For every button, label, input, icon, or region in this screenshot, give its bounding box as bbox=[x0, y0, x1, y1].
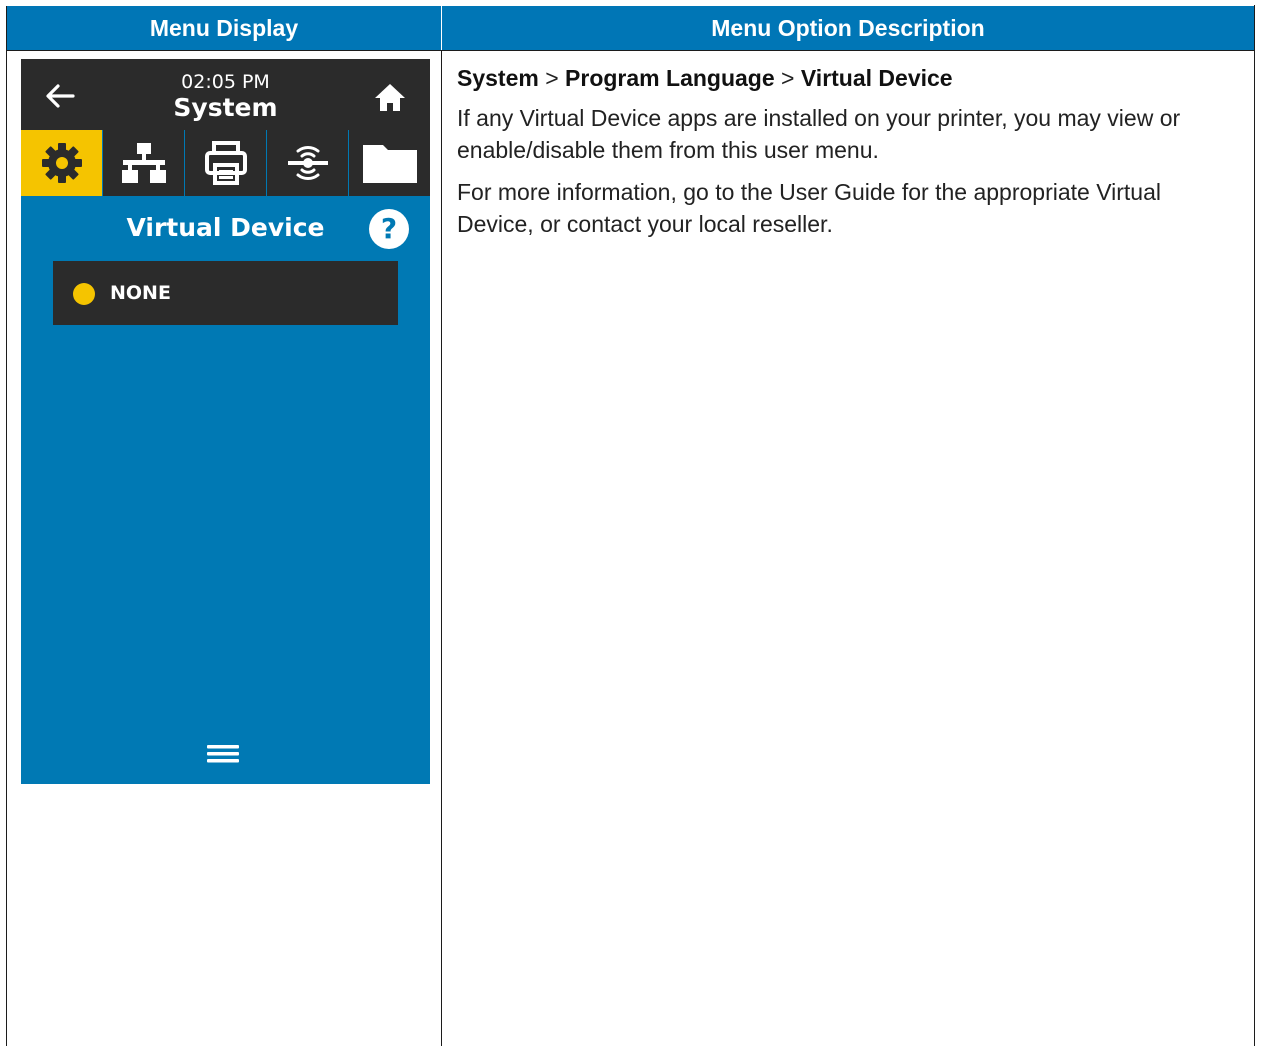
clock-time: 02:05 PM bbox=[181, 71, 270, 93]
path-separator: > bbox=[538, 65, 566, 91]
menu-path: System > Program Language > Virtual Devi… bbox=[457, 62, 1237, 94]
path-separator: > bbox=[774, 65, 801, 91]
path-program-language: Program Language bbox=[565, 65, 775, 91]
tab-settings[interactable] bbox=[21, 130, 102, 196]
menu-button[interactable] bbox=[207, 743, 239, 765]
printer-screen: 02:05 PM System Virtual Device ? NONE bbox=[21, 59, 430, 784]
menu-option-description-header: Menu Option Description bbox=[441, 5, 1255, 51]
tab-print[interactable] bbox=[185, 130, 266, 196]
tab-storage[interactable] bbox=[349, 130, 430, 196]
printer-icon bbox=[204, 141, 247, 185]
rfid-icon bbox=[287, 146, 328, 180]
help-button[interactable]: ? bbox=[369, 209, 409, 249]
description-paragraph: If any Virtual Device apps are installed… bbox=[457, 105, 1181, 163]
home-icon bbox=[375, 84, 405, 111]
tab-rfid[interactable] bbox=[267, 130, 348, 196]
screen-header: 02:05 PM System bbox=[21, 59, 430, 130]
radio-selected-icon bbox=[73, 283, 95, 305]
folder-icon bbox=[362, 145, 417, 183]
gear-icon bbox=[41, 143, 82, 183]
menu-option-description: System > Program Language > Virtual Devi… bbox=[457, 62, 1237, 250]
tab-bar bbox=[21, 130, 430, 196]
tab-network[interactable] bbox=[103, 130, 184, 196]
hamburger-menu-icon bbox=[207, 745, 239, 763]
path-virtual-device: Virtual Device bbox=[800, 65, 953, 91]
option-label: NONE bbox=[110, 282, 171, 304]
home-button[interactable] bbox=[373, 81, 407, 113]
option-none[interactable]: NONE bbox=[53, 261, 398, 325]
description-paragraph: For more information, go to the User Gui… bbox=[457, 179, 1161, 237]
menu-display-header: Menu Display bbox=[6, 5, 442, 51]
path-system: System bbox=[457, 65, 539, 91]
network-icon bbox=[121, 143, 166, 183]
screen-title: System bbox=[173, 93, 278, 122]
